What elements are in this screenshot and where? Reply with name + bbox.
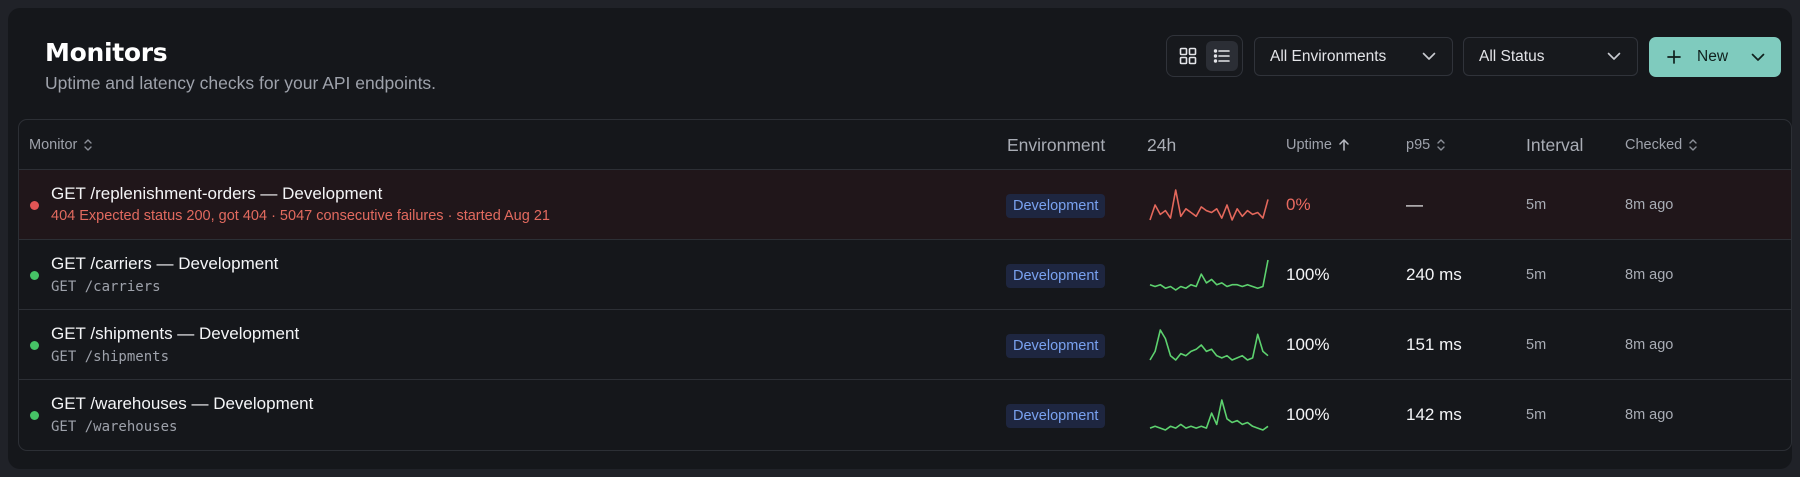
page-title: Monitors <box>45 38 168 67</box>
table-row[interactable]: GET /carriers — Development GET /carrier… <box>19 240 1791 310</box>
environment-badge: Development <box>1006 194 1106 218</box>
column-header-environment: Environment <box>1007 134 1106 155</box>
table-header: Monitor Environment 24h Uptime p95 Inter… <box>19 120 1791 170</box>
table-row[interactable]: GET /warehouses — Development GET /wareh… <box>19 380 1791 450</box>
status-dot-down <box>30 201 39 210</box>
page-subtitle: Uptime and latency checks for your API e… <box>45 73 437 93</box>
sparkline-24h <box>1149 329 1269 361</box>
monitor-name[interactable]: GET /warehouses — Development <box>51 394 313 414</box>
view-mode-toggle <box>1166 35 1243 77</box>
monitor-endpoint: GET /shipments <box>51 349 170 365</box>
failure-detail: 404 Expected status 200, got 404 · 5047 … <box>51 208 550 224</box>
uptime-value: 0% <box>1286 195 1311 214</box>
status-filter-value: All Status <box>1479 47 1545 65</box>
sparkline-path <box>1149 399 1269 431</box>
monitor-name[interactable]: GET /shipments — Development <box>51 324 299 344</box>
table-row[interactable]: GET /replenishment-orders — Development … <box>19 170 1791 240</box>
p95-value: — <box>1406 195 1423 214</box>
monitors-table: Monitor Environment 24h Uptime p95 Inter… <box>18 119 1792 451</box>
monitor-name[interactable]: GET /carriers — Development <box>51 254 278 274</box>
list-view-button[interactable] <box>1206 41 1238 71</box>
column-header-uptime[interactable]: Uptime <box>1286 120 1350 170</box>
sparkline-path <box>1149 189 1269 221</box>
sparkline-path <box>1149 329 1269 361</box>
interval-value: 5m <box>1526 407 1547 423</box>
status-filter-select[interactable]: All Status <box>1463 37 1638 76</box>
p95-value: 240 ms <box>1406 265 1462 284</box>
column-header-24h: 24h <box>1147 134 1177 155</box>
environment-badge: Development <box>1006 404 1106 428</box>
environment-badge: Development <box>1006 264 1106 288</box>
interval-value: 5m <box>1526 337 1547 353</box>
new-monitor-button[interactable]: New <box>1649 37 1781 77</box>
environment-filter-value: All Environments <box>1270 47 1387 65</box>
checked-value: 8m ago <box>1625 337 1674 353</box>
sparkline-24h <box>1149 259 1269 291</box>
environment-filter-select[interactable]: All Environments <box>1254 37 1453 76</box>
grid-icon <box>1179 47 1197 65</box>
interval-value: 5m <box>1526 197 1547 213</box>
checked-value: 8m ago <box>1625 407 1674 423</box>
sparkline-24h <box>1149 399 1269 431</box>
new-button-label: New <box>1697 48 1729 65</box>
status-dot-up <box>30 341 39 350</box>
p95-value: 142 ms <box>1406 405 1462 424</box>
chevron-down-icon[interactable] <box>1751 53 1765 62</box>
plus-icon <box>1667 50 1681 64</box>
column-header-monitor[interactable]: Monitor <box>29 120 93 170</box>
sort-icon <box>1689 139 1697 151</box>
checked-value: 8m ago <box>1625 197 1674 213</box>
column-header-interval: Interval <box>1526 134 1584 155</box>
sort-icon <box>84 139 93 151</box>
arrow-up-icon <box>1339 139 1349 151</box>
sparkline-24h <box>1149 189 1269 221</box>
uptime-value: 100% <box>1286 405 1330 424</box>
grid-view-button[interactable] <box>1172 41 1204 71</box>
chevron-down-icon <box>1422 52 1436 60</box>
checked-value: 8m ago <box>1625 267 1674 283</box>
monitor-endpoint: GET /warehouses <box>51 419 178 435</box>
monitor-name[interactable]: GET /replenishment-orders — Development <box>51 184 382 204</box>
column-header-checked[interactable]: Checked <box>1625 120 1698 170</box>
monitor-endpoint: GET /carriers <box>51 279 161 295</box>
uptime-value: 100% <box>1286 335 1330 354</box>
list-icon <box>1213 49 1230 63</box>
status-dot-up <box>30 411 39 420</box>
column-header-p95[interactable]: p95 <box>1406 120 1446 170</box>
sparkline-path <box>1149 259 1269 291</box>
interval-value: 5m <box>1526 267 1547 283</box>
chevron-down-icon <box>1607 52 1621 60</box>
uptime-value: 100% <box>1286 265 1330 284</box>
table-row[interactable]: GET /shipments — Development GET /shipme… <box>19 310 1791 380</box>
p95-value: 151 ms <box>1406 335 1462 354</box>
environment-badge: Development <box>1006 334 1106 358</box>
sort-icon <box>1437 139 1445 151</box>
status-dot-up <box>30 271 39 280</box>
